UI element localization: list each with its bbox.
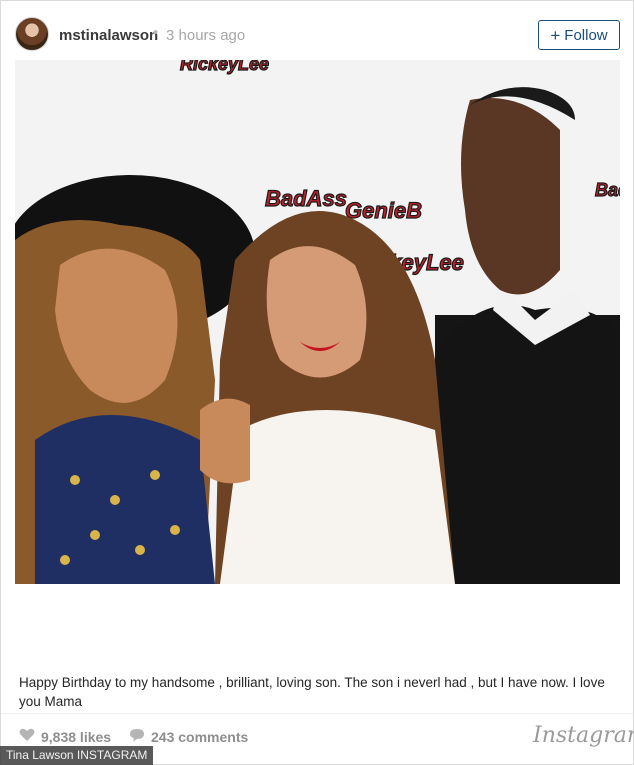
backdrop-logo-4: BadAss — [595, 180, 620, 200]
username-link[interactable]: mstinalawson — [59, 27, 158, 44]
heart-icon — [19, 728, 35, 745]
follow-button[interactable]: + Follow — [538, 20, 620, 50]
comments-count[interactable]: 243 comments — [129, 728, 248, 745]
separator-dot: • — [153, 24, 159, 41]
post-photo[interactable]: RickeyLee BadAss GenieB RickeyLee BadAss — [15, 60, 620, 584]
backdrop-logo-2: GenieB — [345, 198, 422, 223]
follow-label: Follow — [564, 26, 608, 44]
footer-divider — [1, 713, 633, 714]
instagram-logo: Instagram — [533, 723, 634, 748]
post-header: mstinalawson • 3 hours ago + Follow — [1, 1, 633, 63]
post-caption: Happy Birthday to my handsome , brillian… — [19, 675, 605, 709]
photo-credit: Tina Lawson INSTAGRAM — [0, 746, 154, 765]
likes-count[interactable]: 9,838 likes — [19, 728, 111, 745]
plus-icon: + — [550, 25, 561, 45]
speech-bubble-icon — [129, 728, 145, 745]
post-timestamp[interactable]: 3 hours ago — [166, 27, 245, 44]
user-avatar[interactable] — [15, 17, 49, 51]
comments-text: 243 comments — [151, 728, 249, 745]
backdrop-logo-top: RickeyLee — [180, 60, 269, 74]
backdrop-logo-1: BadAss — [265, 186, 347, 211]
instagram-post-card: mstinalawson • 3 hours ago + Follow Rick… — [0, 0, 634, 765]
likes-text: 9,838 likes — [41, 728, 112, 745]
